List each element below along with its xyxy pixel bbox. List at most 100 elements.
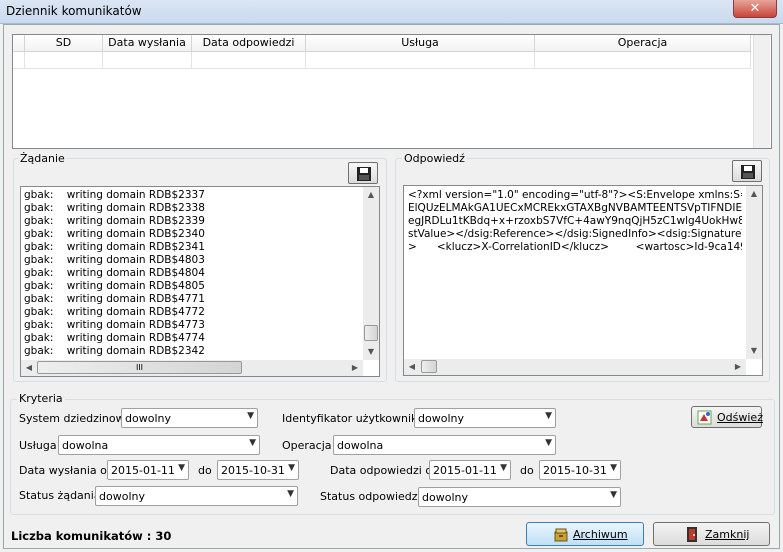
column-header-sd[interactable]: SD [25,35,103,52]
save-response-button[interactable] [732,160,762,182]
resp-from-date-value: 2015-01-11 [433,464,497,477]
table-cell [103,52,192,69]
user-id-select-value: dowolny [418,412,464,425]
scroll-up-arrow-icon[interactable]: ▲ [746,186,762,202]
operation-select[interactable]: dowolna ▼ [333,435,556,455]
response-line: stValue></dsig:Reference></dsig:SignedIn… [408,228,742,240]
floppy-disk-icon [357,167,371,181]
chevron-down-icon: ▼ [287,489,294,499]
response-horizontal-scrollbar[interactable]: ◀ ▶ [404,359,746,375]
request-textbox[interactable]: gbak: writing domain RDB$2337 gbak: writ… [20,186,380,377]
response-text: <?xml version="1.0" encoding="utf-8"?><S… [408,189,742,254]
window-close-button[interactable]: ✕ [733,0,777,18]
request-hscroll-thumb[interactable]: III [37,361,242,374]
refresh-button[interactable]: Odśwież [691,406,763,428]
exit-door-icon [687,527,697,542]
request-line: gbak: writing domain RDB$2342 [24,345,205,357]
request-text: gbak: writing domain RDB$2337 gbak: writ… [24,189,205,358]
resp-from-date-picker[interactable]: 2015-01-11 ▼ [429,460,511,480]
request-line: gbak: writing domain RDB$2339 [24,215,205,227]
sent-from-label: Data wysłania od [19,464,114,477]
chevron-down-icon: ▼ [610,490,617,500]
resp-to-date-value: 2015-10-31 [543,464,607,477]
scroll-up-arrow-icon[interactable]: ▲ [363,187,379,203]
request-line: gbak: writing domain RDB$2340 [24,228,205,240]
request-line: gbak: writing domain RDB$4774 [24,332,205,344]
message-count: Liczba komunikatów : 30 [11,529,172,543]
floppy-disk-icon [741,165,755,179]
request-vscroll-thumb[interactable] [364,325,378,341]
column-header-service[interactable]: Usługa [306,35,535,52]
system-select-value: dowolny [125,412,171,425]
response-status-label: Status odpowiedzi [320,490,421,503]
archive-button-label: Archiwum [573,528,628,541]
chevron-down-icon: ▼ [545,411,552,421]
response-line: <?xml version="1.0" encoding="utf-8"?><S… [408,189,742,201]
request-vertical-scrollbar[interactable]: ▲ ▼ [363,187,379,360]
request-line: gbak: writing domain RDB$4772 [24,306,205,318]
request-line: gbak: writing domain RDB$4803 [24,254,205,266]
column-header-operation[interactable]: Operacja [535,35,751,52]
request-status-value: dowolny [99,490,145,503]
scroll-down-arrow-icon[interactable]: ▼ [363,344,379,360]
sent-to-date-value: 2015-10-31 [221,464,285,477]
resp-to-date-picker[interactable]: 2015-10-31 ▼ [539,460,621,480]
archive-button[interactable]: Archiwum [526,522,644,546]
scroll-right-arrow-icon[interactable]: ▶ [347,360,363,376]
table-cell [535,52,751,69]
column-header-sent-date[interactable]: Data wysłania [103,35,192,52]
scroll-right-arrow-icon[interactable]: ▶ [730,359,746,375]
user-id-select[interactable]: dowolny ▼ [414,408,556,428]
close-button-label: Zamknij [705,528,750,541]
user-id-label: Identyfikator użytkownika [282,412,424,425]
row-header-corner [13,35,25,52]
close-button[interactable]: Zamknij [653,522,770,546]
response-status-value: dowolny [422,491,468,504]
chevron-down-icon: ▼ [247,411,254,421]
request-line: gbak: writing domain RDB$2338 [24,202,205,214]
service-select-value: dowolna [62,439,109,452]
chevron-down-icon: ▼ [178,463,185,473]
request-line: gbak: writing domain RDB$2337 [24,189,205,201]
request-line: gbak: writing domain RDB$4805 [24,280,205,292]
table-cell [192,52,306,69]
column-header-response-date[interactable]: Data odpowiedzi [192,35,306,52]
scroll-left-arrow-icon[interactable]: ◀ [404,359,420,375]
chevron-down-icon: ▼ [500,463,507,473]
grid-vertical-scrollbar[interactable] [753,35,770,148]
service-select[interactable]: dowolna ▼ [58,435,260,455]
system-select[interactable]: dowolny ▼ [121,408,258,428]
chevron-down-icon: ▼ [249,438,256,448]
request-line: gbak: writing domain RDB$4773 [24,319,205,331]
response-textbox[interactable]: <?xml version="1.0" encoding="utf-8"?><S… [403,185,763,376]
request-line: gbak: writing domain RDB$4771 [24,293,205,305]
table-cell [25,52,103,69]
request-status-label: Status żądania [19,489,101,502]
scroll-down-arrow-icon[interactable]: ▼ [746,343,762,359]
response-line: > <klucz>X-CorrelationID</klucz> <wartos… [408,241,742,253]
request-line: gbak: writing domain RDB$2341 [24,241,205,253]
system-label: System dziedzinowy [19,412,132,425]
refresh-button-label: Odśwież [717,411,763,424]
response-vertical-scrollbar[interactable]: ▲ ▼ [746,186,762,359]
chevron-down-icon: ▼ [288,463,295,473]
chevron-down-icon: ▼ [610,463,617,473]
save-request-button[interactable] [348,162,378,184]
messages-grid[interactable]: SD Data wysłania Data odpowiedzi Usługa … [12,34,772,149]
response-line: egJRDLu1tKBdq+x+rzoxbS7VfC+4awY9nqQjH5zC… [408,215,742,227]
operation-label: Operacja [282,439,332,452]
sent-from-date-value: 2015-01-11 [111,464,175,477]
scroll-left-arrow-icon[interactable]: ◀ [21,360,37,376]
request-group-label: Żądanie [18,152,67,165]
sent-to-date-picker[interactable]: 2015-10-31 ▼ [217,460,299,480]
request-status-select[interactable]: dowolny ▼ [95,486,298,506]
criteria-group-label: Kryteria [17,392,65,405]
resp-from-label: Data odpowiedzi od [330,464,440,477]
response-line: ElQUzELMAkGA1UECxMCREkxGTAXBgNVBAMTEENTS… [408,202,742,214]
window-title: Dziennik komunikatów [6,4,142,18]
request-horizontal-scrollbar[interactable]: ◀ III ▶ [21,360,363,376]
response-hscroll-thumb[interactable] [421,360,437,373]
service-label: Usługa [19,439,57,452]
response-status-select[interactable]: dowolny ▼ [418,487,621,507]
sent-from-date-picker[interactable]: 2015-01-11 ▼ [107,460,189,480]
